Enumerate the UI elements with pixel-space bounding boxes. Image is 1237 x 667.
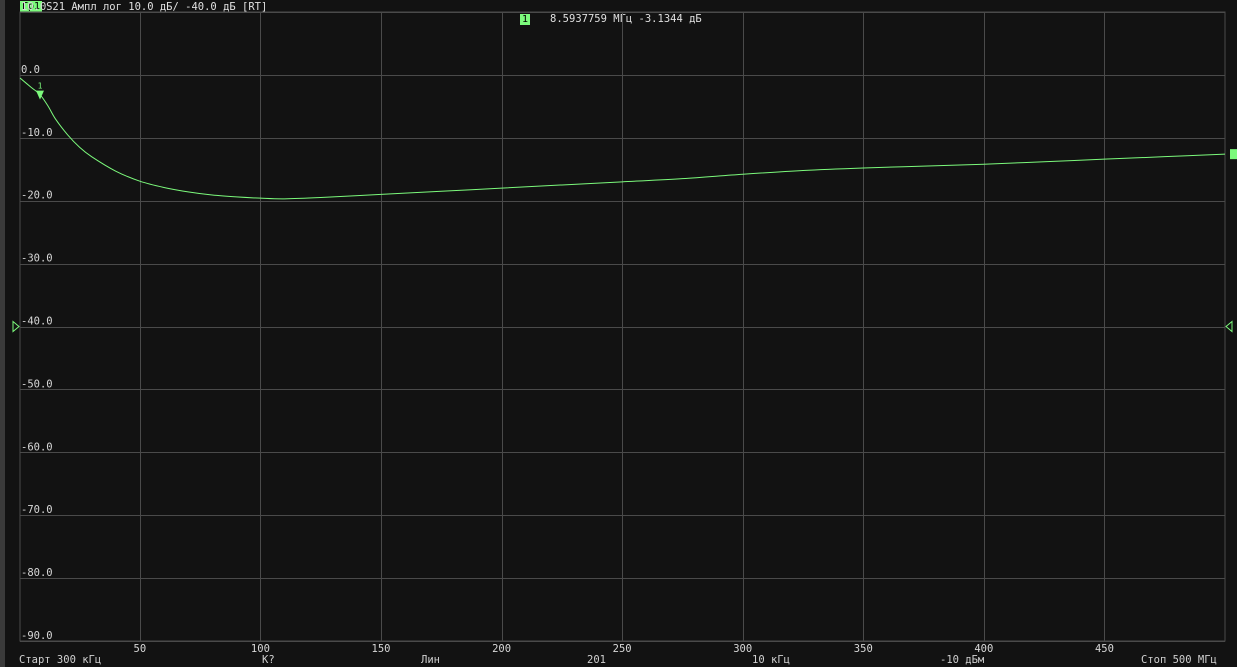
start-frequency[interactable]: Старт 300 кГц — [19, 654, 101, 667]
correction-status[interactable]: К? — [262, 654, 275, 667]
y-tick-labels: 10.0 0.0 -10.0 -20.0 -30.0 -40.0 -50.0 -60.0 -70… — [21, 1, 53, 642]
y-tick-label: 0.0 — [21, 64, 40, 76]
marker-label: 1 — [38, 82, 43, 91]
y-tick-label: -10.0 — [21, 127, 53, 139]
ref-level-right-icon — [1225, 320, 1233, 333]
y-tick-label: 10.0 — [21, 1, 46, 13]
grid — [19, 11, 1226, 642]
y-tick-label: -30.0 — [21, 253, 53, 265]
plot-area[interactable]: 10.0 0.0 -10.0 -20.0 -30.0 -40.0 -50.0 -60.0 -70… — [0, 0, 1237, 667]
if-bandwidth[interactable]: 10 кГц — [752, 654, 790, 667]
sweep-type[interactable]: Лин — [421, 654, 440, 667]
y-tick-label: -60.0 — [21, 441, 53, 453]
stop-frequency[interactable]: Стоп 500 МГц — [1141, 654, 1217, 667]
y-tick-label: -40.0 — [21, 316, 53, 328]
y-tick-label: -20.0 — [21, 190, 53, 202]
power-level[interactable]: -10 дБм — [940, 654, 984, 667]
trace-end-tag — [1230, 149, 1237, 160]
y-tick-label: -90.0 — [21, 630, 53, 642]
status-bar: Старт 300 кГц К? Лин 201 10 кГц -10 дБм … — [0, 654, 1237, 667]
vna-screen: Гр1 S21 Ампл лог 10.0 дБ/ -40.0 дБ [RT] … — [0, 0, 1237, 667]
y-tick-label: -50.0 — [21, 378, 53, 390]
y-tick-label: -80.0 — [21, 567, 53, 579]
y-tick-label: -70.0 — [21, 504, 53, 516]
points-count[interactable]: 201 — [587, 654, 606, 667]
ref-level-left-icon — [12, 320, 20, 333]
